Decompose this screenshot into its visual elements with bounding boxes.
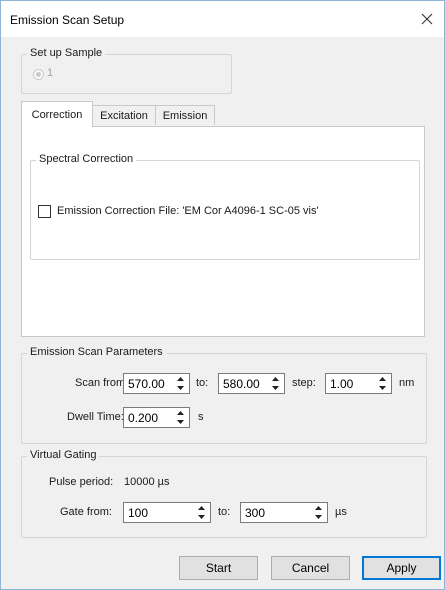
scan-to-stepper[interactable] <box>218 373 285 394</box>
dwell-unit-label: s <box>198 411 204 423</box>
triangle-down-icon <box>315 514 322 519</box>
gate-from-stepper[interactable] <box>123 502 211 523</box>
step-label: step: <box>292 377 316 389</box>
scan-to-up-button[interactable] <box>268 375 283 384</box>
virtual-gating-label: Virtual Gating <box>27 449 100 461</box>
triangle-up-icon <box>198 506 205 511</box>
apply-button[interactable]: Apply <box>362 556 441 580</box>
tab-excitation[interactable]: Excitation <box>92 105 156 125</box>
spectral-correction-group: Spectral Correction Emission Correction … <box>30 153 420 260</box>
triangle-up-icon <box>379 377 386 382</box>
tab-emission[interactable]: Emission <box>155 105 215 125</box>
gate-to-label: to: <box>218 506 231 518</box>
scan-from-down-button[interactable] <box>173 384 188 393</box>
tab-excitation-label: Excitation <box>100 109 148 122</box>
scan-to-input[interactable] <box>219 374 269 393</box>
tab-correction-label: Correction <box>31 108 83 121</box>
correction-tab-panel: Spectral Correction Emission Correction … <box>21 126 425 337</box>
dwell-down-button[interactable] <box>173 418 188 427</box>
close-icon <box>421 13 433 25</box>
scan-from-up-button[interactable] <box>173 375 188 384</box>
virtual-gating-group: Virtual Gating Pulse period: 10000 µs Ga… <box>21 449 427 538</box>
pulse-period-label: Pulse period: <box>49 476 114 488</box>
scan-unit-label: nm <box>399 377 415 389</box>
gate-to-up-button[interactable] <box>311 504 326 513</box>
scan-from-input[interactable] <box>124 374 174 393</box>
spectral-correction-label: Spectral Correction <box>36 153 137 165</box>
gate-to-stepper[interactable] <box>240 502 328 523</box>
triangle-down-icon <box>198 514 205 519</box>
triangle-up-icon <box>177 377 184 382</box>
emission-scan-setup-dialog: Emission Scan Setup Set up Sample 1 Corr… <box>0 0 445 590</box>
triangle-up-icon <box>272 377 279 382</box>
scan-parameters-group: Emission Scan Parameters Scan from: to: <box>21 346 427 444</box>
gate-from-down-button[interactable] <box>194 513 209 522</box>
gate-to-down-button[interactable] <box>311 513 326 522</box>
emission-correction-label[interactable]: Emission Correction File: 'EM Cor A4096-… <box>57 205 319 217</box>
close-button[interactable] <box>410 1 444 37</box>
triangle-down-icon <box>272 385 279 390</box>
sample-radio-label: 1 <box>47 67 54 79</box>
step-input[interactable] <box>326 374 376 393</box>
triangle-down-icon <box>177 419 184 424</box>
gate-from-input[interactable] <box>124 503 194 522</box>
gate-from-up-button[interactable] <box>194 504 209 513</box>
dwell-time-label: Dwell Time: <box>67 411 124 423</box>
step-down-button[interactable] <box>375 384 390 393</box>
dwell-time-input[interactable] <box>124 408 174 427</box>
step-stepper[interactable] <box>325 373 392 394</box>
triangle-down-icon <box>177 385 184 390</box>
scan-from-label: Scan from: <box>75 377 129 389</box>
gate-unit-label: µs <box>335 506 347 518</box>
cancel-button[interactable]: Cancel <box>271 556 350 580</box>
sample-radio-1[interactable] <box>33 69 44 80</box>
window-title: Emission Scan Setup <box>10 13 125 27</box>
pulse-period-value: 10000 µs <box>124 476 170 488</box>
sample-group-label: Set up Sample <box>27 47 106 59</box>
gate-to-input[interactable] <box>241 503 311 522</box>
tab-emission-label: Emission <box>162 109 208 122</box>
gate-from-label: Gate from: <box>60 506 112 518</box>
scan-parameters-label: Emission Scan Parameters <box>27 346 166 358</box>
triangle-up-icon <box>177 411 184 416</box>
tab-correction[interactable]: Correction <box>21 101 93 127</box>
step-up-button[interactable] <box>375 375 390 384</box>
dwell-up-button[interactable] <box>173 409 188 418</box>
emission-correction-checkbox[interactable] <box>38 205 51 218</box>
title-bar: Emission Scan Setup <box>1 1 444 37</box>
dwell-time-stepper[interactable] <box>123 407 190 428</box>
scan-to-label: to: <box>196 377 209 389</box>
sample-group: Set up Sample 1 <box>21 47 232 94</box>
scan-from-stepper[interactable] <box>123 373 190 394</box>
start-button[interactable]: Start <box>179 556 258 580</box>
scan-to-down-button[interactable] <box>268 384 283 393</box>
triangle-up-icon <box>315 506 322 511</box>
triangle-down-icon <box>379 385 386 390</box>
